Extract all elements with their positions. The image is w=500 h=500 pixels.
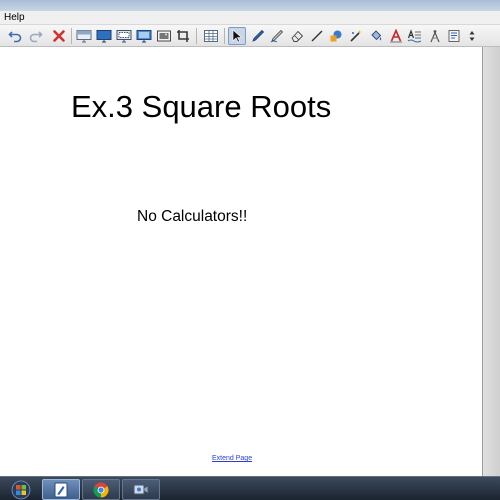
screen-capture-icon[interactable] xyxy=(115,27,133,45)
chrome-icon[interactable] xyxy=(82,479,120,500)
select-pointer-icon[interactable] xyxy=(228,27,246,45)
toolbar-separator xyxy=(71,28,72,44)
extend-page-link[interactable]: Extend Page xyxy=(212,455,252,462)
measure-tool-icon[interactable] xyxy=(426,27,444,45)
handwriting-recognition-icon[interactable] xyxy=(406,27,424,45)
screen-recorder-icon[interactable] xyxy=(122,479,160,500)
show-desktop-icon[interactable] xyxy=(95,27,113,45)
eraser-icon[interactable] xyxy=(288,27,306,45)
undo-icon[interactable] xyxy=(6,27,24,45)
page-title: Ex.3 Square Roots xyxy=(71,89,332,124)
crop-icon[interactable] xyxy=(175,27,193,45)
line-icon[interactable] xyxy=(308,27,326,45)
start-button-icon[interactable] xyxy=(6,479,36,500)
toolbar-separator xyxy=(196,28,197,44)
notebook-app-icon[interactable] xyxy=(42,479,80,500)
title-bar xyxy=(0,0,500,11)
properties-icon[interactable] xyxy=(445,27,463,45)
toolbar-arrows-icon[interactable] xyxy=(463,27,481,45)
toolbar xyxy=(0,25,500,47)
magic-pen-icon[interactable] xyxy=(347,27,365,45)
insert-image-icon[interactable] xyxy=(155,27,173,45)
redo-icon[interactable] xyxy=(27,27,45,45)
pen-icon[interactable] xyxy=(249,27,267,45)
menu-help[interactable]: Help xyxy=(4,12,25,23)
fill-icon[interactable] xyxy=(367,27,385,45)
menu-bar: Help xyxy=(0,11,500,25)
taskbar xyxy=(0,476,500,500)
creative-pen-icon[interactable] xyxy=(268,27,286,45)
page-note: No Calculators!! xyxy=(137,208,248,225)
table-icon[interactable] xyxy=(202,27,220,45)
monitor-icon[interactable] xyxy=(135,27,153,45)
toolbar-separator xyxy=(224,28,225,44)
text-icon[interactable] xyxy=(387,27,405,45)
app-window: Help Ex.3 Square Roots No Calculators!! … xyxy=(0,0,500,500)
side-scrollbar[interactable] xyxy=(482,47,500,476)
screen-shade-icon[interactable] xyxy=(75,27,93,45)
shape-icon[interactable] xyxy=(327,27,345,45)
delete-icon[interactable] xyxy=(50,27,68,45)
